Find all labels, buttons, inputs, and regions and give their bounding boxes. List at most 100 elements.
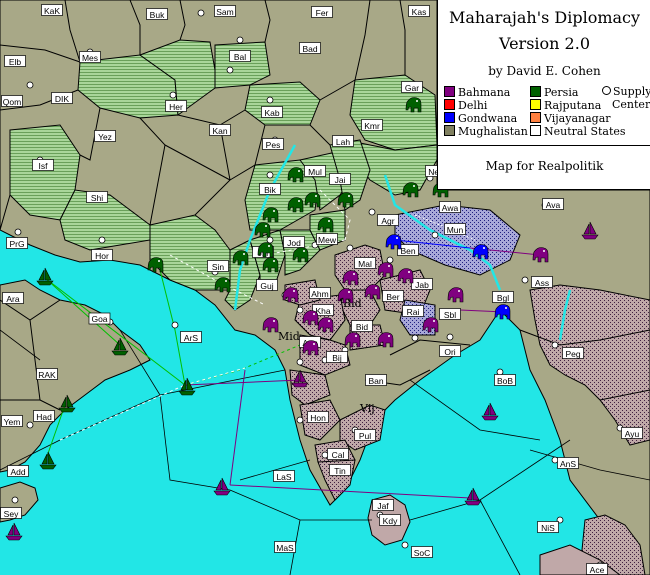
svg-text:Ass: Ass: [535, 278, 549, 288]
province-label-sin[interactable]: Sin: [207, 260, 229, 273]
province-label-soc[interactable]: SoC: [411, 546, 433, 559]
legend-vijayanagar: Vijayanagar: [530, 112, 611, 125]
province-label-ass[interactable]: Ass: [531, 276, 553, 289]
province-label-bgl[interactable]: Bgl: [492, 291, 514, 304]
province-label-kan[interactable]: Kan: [209, 124, 231, 137]
province-label-goa[interactable]: Goa: [88, 312, 111, 325]
svg-text:Lah: Lah: [336, 137, 350, 147]
province-label-bik[interactable]: Bik: [259, 183, 281, 196]
legend-supply: Supply: [602, 86, 650, 98]
province-label-isf[interactable]: Isf: [32, 159, 54, 172]
province-label-mun[interactable]: Mun: [444, 223, 466, 236]
svg-text:Kab: Kab: [264, 108, 279, 118]
province-label-her[interactable]: Her: [165, 100, 187, 113]
province-label-hor[interactable]: Hor: [91, 249, 113, 262]
province-label-guj[interactable]: Guj: [256, 279, 278, 292]
province-label-jaf[interactable]: Jaf: [372, 499, 394, 512]
title-version: Version 2.0: [499, 34, 590, 53]
province-label-ans[interactable]: AnS: [557, 457, 579, 470]
province-label-mas[interactable]: MaS: [274, 541, 296, 554]
province-label-fer[interactable]: Fer: [311, 6, 333, 19]
legend-bahmana: Bahmana: [444, 86, 510, 99]
legend-delhi: Delhi: [444, 99, 487, 112]
province-label-jai[interactable]: Jai: [329, 173, 351, 186]
province-label-ori[interactable]: Ori: [439, 345, 461, 358]
province-label-kdy[interactable]: Kdy: [379, 514, 401, 527]
legend-gondwana: Gondwana: [444, 112, 517, 125]
province-label-mul[interactable]: Mul: [304, 165, 326, 178]
province-label-rai[interactable]: Rai: [402, 305, 424, 318]
province-label-ars[interactable]: ArS: [180, 331, 202, 344]
province-label-mal[interactable]: Mal: [354, 257, 376, 270]
province-label-awa[interactable]: Awa: [439, 201, 461, 214]
mid-letters: Mid: [278, 330, 300, 343]
province-label-nis[interactable]: NiS: [537, 521, 559, 534]
province-label-rak[interactable]: RAK: [36, 368, 58, 381]
svg-text:Rai: Rai: [407, 307, 420, 317]
province-label-pul[interactable]: Pul: [354, 429, 376, 442]
province-label-ayu[interactable]: Ayu: [621, 427, 643, 440]
province-label-jod[interactable]: Jod: [283, 236, 305, 249]
svg-text:SoC: SoC: [414, 548, 431, 558]
province-label-ara[interactable]: Ara: [2, 292, 24, 305]
svg-text:BoB: BoB: [497, 376, 513, 386]
svg-text:Bid: Bid: [356, 322, 369, 332]
province-label-tin[interactable]: Tin: [329, 464, 351, 477]
svg-text:Ori: Ori: [444, 347, 455, 357]
svg-text:Mal: Mal: [358, 259, 372, 269]
province-label-ava[interactable]: Ava: [542, 198, 564, 211]
province-label-add[interactable]: Add: [7, 465, 29, 478]
province-label-peg[interactable]: Peg: [562, 347, 584, 360]
province-label-agr[interactable]: Agr: [377, 214, 399, 227]
province-label-mes[interactable]: Mes: [79, 51, 101, 64]
province-label-gar[interactable]: Gar: [401, 81, 423, 94]
province-label-prg[interactable]: PrG: [6, 237, 28, 250]
province-label-bob[interactable]: BoB: [494, 374, 516, 387]
province-label-kab[interactable]: Kab: [261, 106, 283, 119]
province-label-ace[interactable]: Ace: [586, 563, 608, 575]
province-label-yem[interactable]: Yem: [1, 415, 23, 428]
province-label-bad[interactable]: Bad: [299, 42, 321, 55]
svg-text:MaS: MaS: [276, 543, 294, 553]
province-label-jab[interactable]: Jab: [411, 278, 433, 291]
province-label-hon[interactable]: Hon: [307, 411, 329, 424]
svg-text:Fer: Fer: [316, 8, 329, 18]
svg-text:Kas: Kas: [412, 7, 427, 17]
province-label-sbl[interactable]: Sbl: [439, 308, 461, 321]
svg-text:Ber: Ber: [386, 292, 399, 302]
province-label-elb[interactable]: Elb: [4, 55, 26, 68]
province-label-buk[interactable]: Buk: [146, 8, 168, 21]
province-label-bij[interactable]: Bij: [326, 351, 348, 364]
title-main: Maharajah's Diplomacy: [448, 8, 641, 27]
province-label-yez[interactable]: Yez: [94, 130, 116, 143]
province-label-bal[interactable]: Bal: [229, 50, 251, 63]
province-label-shi[interactable]: Shi: [86, 191, 108, 204]
svg-text:ArS: ArS: [184, 333, 199, 343]
province-label-ahm[interactable]: Ahm: [309, 287, 331, 300]
province-label-sam[interactable]: Sam: [214, 5, 236, 18]
province-label-qom[interactable]: Qom: [1, 95, 23, 108]
svg-text:Ahm: Ahm: [311, 289, 328, 299]
province-label-bid[interactable]: Bid: [351, 320, 373, 333]
province-label-dik[interactable]: DIK: [51, 92, 73, 105]
legend-mughalistan: Mughalistan: [444, 125, 528, 138]
svg-text:Jaf: Jaf: [377, 501, 389, 511]
province-label-las[interactable]: LaS: [273, 470, 295, 483]
province-label-cal[interactable]: Cal: [327, 448, 349, 461]
province-label-ban[interactable]: Ban: [365, 374, 387, 387]
province-label-mew[interactable]: Mew: [316, 233, 338, 246]
svg-text:Elb: Elb: [9, 57, 22, 67]
province-label-sey[interactable]: Sey: [0, 507, 22, 520]
svg-text:Kdy: Kdy: [383, 516, 398, 526]
province-label-had[interactable]: Had: [33, 410, 55, 423]
province-label-ber[interactable]: Ber: [382, 290, 404, 303]
province-label-lah[interactable]: Lah: [332, 135, 354, 148]
legend-supply-2: Center: [612, 98, 650, 111]
svg-text:Pul: Pul: [359, 431, 371, 441]
svg-text:Mew: Mew: [318, 235, 337, 245]
province-label-pes[interactable]: Pes: [262, 138, 284, 151]
svg-text:Had: Had: [36, 412, 52, 422]
province-label-kak[interactable]: KaK: [41, 4, 63, 17]
province-label-kas[interactable]: Kas: [408, 5, 430, 18]
province-label-kmr[interactable]: Kmr: [361, 119, 383, 132]
